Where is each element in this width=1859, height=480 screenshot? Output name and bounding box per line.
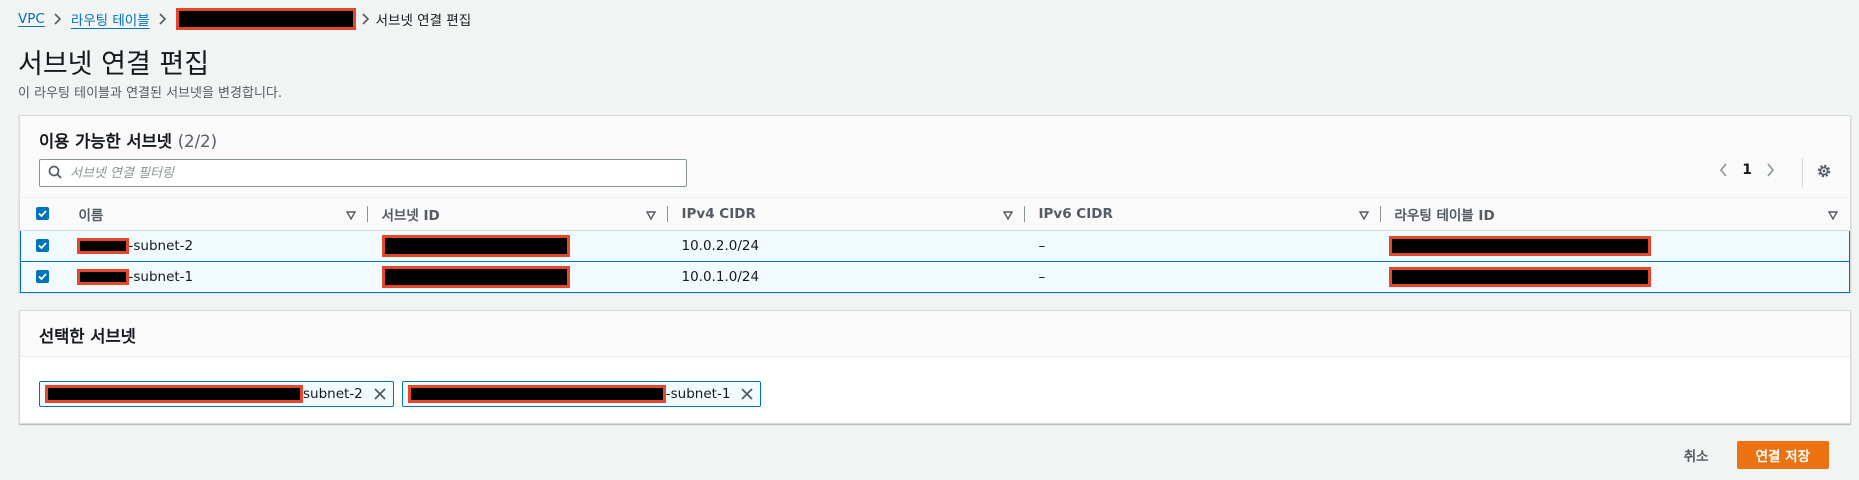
row-subnet-id[interactable]	[368, 261, 668, 292]
available-subnets-title-text: 이용 가능한 서브넷	[39, 132, 172, 151]
row-name: -subnet-1	[65, 261, 368, 292]
select-all-header[interactable]	[21, 198, 65, 230]
cancel-button[interactable]: 취소	[1678, 445, 1715, 465]
column-header-subnet-id-label: 서브넷 ID	[381, 207, 440, 224]
gear-icon	[1816, 163, 1832, 183]
selected-subnet-tokens: subnet-2 -subnet-1	[39, 381, 762, 407]
available-subnets-table: 이름 서브넷 ID IPv4 CIDR IPv6 CIDR 라우팅 테이블 ID	[20, 198, 1850, 293]
row-route-table-id[interactable]	[1381, 230, 1850, 261]
column-header-ipv6[interactable]: IPv6 CIDR	[1025, 198, 1381, 230]
token-label-suffix: subnet-2	[303, 386, 363, 402]
subnet-id-redacted[interactable]	[381, 265, 570, 288]
row-name: -subnet-2	[65, 230, 368, 261]
chevron-right-icon	[150, 12, 176, 27]
save-associations-button[interactable]: 연결 저장	[1736, 441, 1829, 469]
table-row[interactable]: -subnet-2 10.0.2.0/24 –	[20, 230, 1850, 261]
row-route-table-id[interactable]	[1381, 261, 1850, 292]
available-subnets-title: 이용 가능한 서브넷 (2/2)	[39, 128, 217, 152]
name-redacted	[76, 237, 129, 254]
available-subnets-header: 이용 가능한 서브넷 (2/2) 1	[20, 116, 1850, 198]
available-subnets-count: (2/2)	[177, 132, 218, 151]
row-name-suffix: -subnet-2	[128, 237, 194, 254]
chevron-right-icon	[45, 12, 71, 27]
subnet-id-redacted[interactable]	[381, 234, 570, 257]
sort-icon[interactable]	[1002, 208, 1013, 224]
sort-icon[interactable]	[645, 208, 656, 224]
column-header-ipv6-label: IPv6 CIDR	[1038, 205, 1113, 222]
token-name-redacted	[407, 385, 666, 403]
chevron-right-icon	[356, 12, 376, 27]
breadcrumb-vpc-link[interactable]: VPC	[18, 11, 45, 27]
column-header-name[interactable]: 이름	[65, 198, 368, 230]
sort-icon[interactable]	[345, 208, 356, 224]
search-icon	[48, 164, 62, 183]
pagination: 1	[1719, 162, 1775, 178]
breadcrumb-route-tables-link[interactable]: 라우팅 테이블	[71, 9, 150, 29]
breadcrumb: VPC 라우팅 테이블 서브넷 연결 편집	[18, 8, 472, 30]
chevron-right-icon[interactable]	[1766, 163, 1775, 177]
row-checkbox-cell[interactable]	[21, 261, 65, 292]
row-checkbox[interactable]	[36, 270, 50, 283]
breadcrumb-route-table-redacted[interactable]	[175, 8, 356, 30]
settings-button[interactable]	[1802, 158, 1832, 188]
column-header-ipv4[interactable]: IPv4 CIDR	[668, 198, 1025, 230]
name-redacted	[76, 268, 129, 285]
table-header-row: 이름 서브넷 ID IPv4 CIDR IPv6 CIDR 라우팅 테이블 ID	[20, 198, 1850, 230]
row-checkbox-cell[interactable]	[21, 230, 65, 261]
column-header-ipv4-label: IPv4 CIDR	[681, 205, 756, 222]
column-header-subnet-id[interactable]: 서브넷 ID	[368, 198, 668, 230]
route-table-id-redacted[interactable]	[1388, 235, 1651, 256]
token-label-suffix: -subnet-1	[665, 386, 731, 402]
column-header-route-table-id[interactable]: 라우팅 테이블 ID	[1381, 198, 1850, 230]
selected-subnets-header: 선택한 서브넷	[20, 311, 1850, 357]
token-name-redacted	[45, 385, 303, 403]
subnet-filter-input[interactable]	[70, 165, 670, 181]
close-icon[interactable]	[373, 387, 387, 401]
row-ipv4-cidr: 10.0.1.0/24	[681, 268, 760, 285]
selected-subnet-token: subnet-2	[39, 381, 394, 407]
sort-icon[interactable]	[1358, 208, 1369, 224]
column-header-route-table-id-label: 라우팅 테이블 ID	[1394, 207, 1495, 224]
row-subnet-id[interactable]	[368, 230, 668, 261]
table-row[interactable]: -subnet-1 10.0.1.0/24 –	[20, 261, 1850, 292]
row-ipv4-cidr: 10.0.2.0/24	[681, 237, 760, 254]
row-ipv6-cidr: –	[1038, 237, 1046, 254]
page-description: 이 라우팅 테이블과 연결된 서브넷을 변경합니다.	[18, 86, 282, 101]
close-icon[interactable]	[740, 387, 754, 401]
available-subnets-panel: 이용 가능한 서브넷 (2/2) 1	[19, 115, 1851, 292]
column-header-name-label: 이름	[78, 207, 104, 224]
route-table-id-redacted[interactable]	[1388, 266, 1651, 287]
breadcrumb-current: 서브넷 연결 편집	[375, 13, 472, 29]
chevron-left-icon[interactable]	[1719, 163, 1728, 177]
row-checkbox[interactable]	[36, 239, 50, 252]
page-number[interactable]: 1	[1742, 162, 1752, 178]
selected-subnet-token: -subnet-1	[401, 381, 762, 407]
selected-subnets-title: 선택한 서브넷	[39, 327, 136, 346]
subnet-filter-search[interactable]	[39, 159, 687, 187]
selected-subnets-panel: 선택한 서브넷 subnet-2 -subnet-1	[19, 310, 1851, 424]
select-all-checkbox[interactable]	[36, 207, 49, 221]
row-name-suffix: -subnet-1	[128, 268, 194, 285]
sort-icon[interactable]	[1827, 208, 1838, 224]
page-title: 서브넷 연결 편집	[18, 49, 210, 80]
form-actions: 취소 연결 저장	[1678, 441, 1829, 469]
row-ipv6-cidr: –	[1038, 268, 1046, 285]
